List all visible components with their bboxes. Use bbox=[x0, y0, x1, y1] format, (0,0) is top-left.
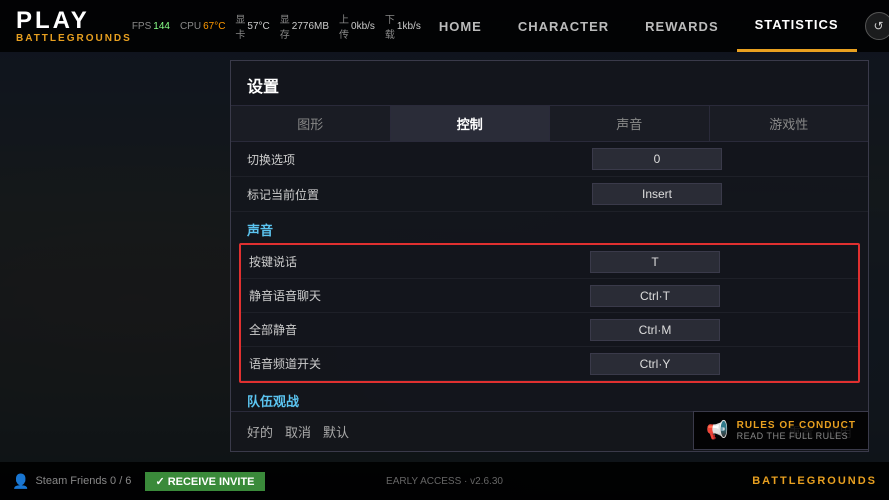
top-bar: PLAY BATTLEGROUNDS FPS 144 CPU 67°C 显卡 5… bbox=[0, 0, 889, 52]
tab-gameplay[interactable]: 游戏性 bbox=[710, 106, 869, 141]
down-label: 下载 bbox=[385, 11, 395, 41]
friends-icon: 👤 bbox=[12, 473, 29, 490]
voice-section: 按键说话 T 静音语音聊天 Ctrl·T 全部静音 Ctrl·M 语音频道开关 … bbox=[239, 243, 860, 383]
up-status: 上传 0kb/s bbox=[339, 11, 375, 41]
cpu-label: CPU bbox=[180, 21, 201, 32]
toggle-value[interactable]: 0 bbox=[592, 148, 722, 170]
logo-battlegrounds: BATTLEGROUNDS bbox=[16, 33, 132, 44]
setting-row-voice-channel: 语音频道开关 Ctrl·Y bbox=[241, 347, 858, 381]
top-icon-group: ↺ ⚙ ⏻ bbox=[865, 12, 889, 40]
tab-graphics[interactable]: 图形 bbox=[231, 106, 391, 141]
nav-rewards[interactable]: REWARDS bbox=[627, 0, 736, 52]
gpu-status: 显卡 57°C bbox=[235, 11, 269, 41]
receive-invite-button[interactable]: ✓ RECEIVE INVITE bbox=[145, 472, 264, 491]
tab-controls[interactable]: 控制 bbox=[391, 106, 551, 141]
toggle-label: 切换选项 bbox=[247, 151, 592, 168]
mark-value[interactable]: Insert bbox=[592, 183, 722, 205]
mem-value: 2776MB bbox=[292, 21, 329, 32]
rules-title: RULES OF CONDUCT bbox=[737, 420, 856, 431]
fps-value: 144 bbox=[153, 21, 170, 32]
down-status: 下载 1kb/s bbox=[385, 11, 421, 41]
setting-row-mute-all: 全部静音 Ctrl·M bbox=[241, 313, 858, 347]
rules-subtitle: READ THE FULL RULES bbox=[737, 431, 856, 441]
nav-character[interactable]: CHARACTER bbox=[500, 0, 627, 52]
rules-text-area: RULES OF CONDUCT READ THE FULL RULES bbox=[737, 420, 856, 441]
early-access-label: EARLY ACCESS · v2.6.30 bbox=[386, 476, 503, 487]
gpu-label: 显卡 bbox=[235, 11, 245, 41]
team-section-title: 队伍观战 bbox=[247, 391, 299, 410]
fps-status: FPS 144 bbox=[132, 21, 170, 32]
bottom-status-bar: 👤 Steam Friends 0 / 6 ✓ RECEIVE INVITE E… bbox=[0, 462, 889, 500]
main-nav: HOME CHARACTER REWARDS STATISTICS bbox=[421, 0, 857, 52]
cpu-value: 67°C bbox=[203, 21, 225, 32]
ok-button[interactable]: 好的 bbox=[247, 420, 273, 443]
mute-all-label: 全部静音 bbox=[249, 321, 590, 338]
up-label: 上传 bbox=[339, 11, 349, 41]
cpu-status: CPU 67°C bbox=[180, 21, 225, 32]
cancel-button[interactable]: 取消 bbox=[285, 420, 311, 443]
voice-channel-label: 语音频道开关 bbox=[249, 355, 590, 372]
rules-icon: 📢 bbox=[706, 420, 728, 441]
logo-play: PLAY bbox=[16, 9, 132, 33]
settings-panel: 设置 图形 控制 声音 游戏性 切换选项 0 标记当前位置 Insert 声音 … bbox=[230, 60, 869, 452]
down-value: 1kb/s bbox=[397, 21, 421, 32]
rules-box[interactable]: 📢 RULES OF CONDUCT READ THE FULL RULES bbox=[693, 411, 869, 450]
settings-content: 切换选项 0 标记当前位置 Insert 声音 按键说话 T 静音语音聊天 Ct… bbox=[231, 142, 868, 411]
mark-label: 标记当前位置 bbox=[247, 186, 592, 203]
voice-section-title: 声音 bbox=[247, 220, 273, 239]
gpu-value: 57°C bbox=[247, 21, 269, 32]
nav-home[interactable]: HOME bbox=[421, 0, 500, 52]
mem-status: 显存 2776MB bbox=[280, 11, 329, 41]
setting-row-ptt: 按键说话 T bbox=[241, 245, 858, 279]
logo-area: PLAY BATTLEGROUNDS bbox=[0, 9, 132, 44]
setting-row-mark: 标记当前位置 Insert bbox=[231, 177, 868, 212]
mute-chat-value[interactable]: Ctrl·T bbox=[590, 285, 720, 307]
status-bar: FPS 144 CPU 67°C 显卡 57°C 显存 2776MB 上传 0k… bbox=[132, 11, 421, 41]
mute-chat-label: 静音语音聊天 bbox=[249, 287, 590, 304]
up-value: 0kb/s bbox=[351, 21, 375, 32]
tab-audio[interactable]: 声音 bbox=[550, 106, 710, 141]
voice-section-header: 声音 bbox=[231, 212, 868, 243]
ptt-value[interactable]: T bbox=[590, 251, 720, 273]
ptt-label: 按键说话 bbox=[249, 253, 590, 270]
settings-tabs: 图形 控制 声音 游戏性 bbox=[231, 106, 868, 142]
fps-label: FPS bbox=[132, 21, 151, 32]
default-button[interactable]: 默认 bbox=[323, 420, 349, 443]
friends-label: Steam Friends 0 / 6 bbox=[35, 475, 131, 487]
team-section-header: 队伍观战 bbox=[231, 383, 868, 411]
nav-statistics[interactable]: STATISTICS bbox=[737, 0, 857, 52]
mem-label: 显存 bbox=[280, 11, 290, 41]
bottom-battlegrounds-text: BATTLEGROUNDS bbox=[752, 475, 877, 487]
voice-channel-value[interactable]: Ctrl·Y bbox=[590, 353, 720, 375]
mute-all-value[interactable]: Ctrl·M bbox=[590, 319, 720, 341]
friends-area: 👤 Steam Friends 0 / 6 ✓ RECEIVE INVITE bbox=[12, 472, 265, 491]
refresh-button[interactable]: ↺ bbox=[865, 12, 889, 40]
setting-row-mute-chat: 静音语音聊天 Ctrl·T bbox=[241, 279, 858, 313]
bottom-logo: BATTLEGROUNDS bbox=[752, 475, 877, 487]
settings-title: 设置 bbox=[231, 61, 868, 106]
setting-row-toggle: 切换选项 0 bbox=[231, 142, 868, 177]
